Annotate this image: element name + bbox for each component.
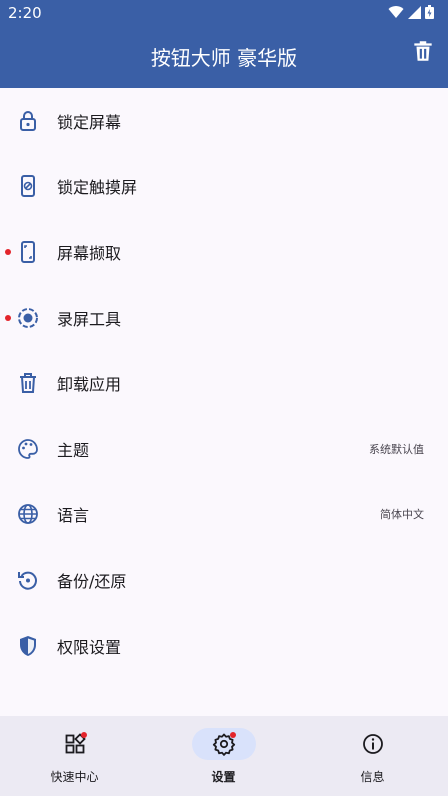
settings-list: 锁定屏幕 锁定触摸屏 屏幕撷取 录屏工具 卸载应用 主题 系统默认值 语言 简体…: [0, 88, 448, 678]
nav-quick-center[interactable]: 快速中心: [0, 716, 149, 796]
menu-item-label: 屏幕撷取: [57, 243, 122, 263]
new-badge: [5, 314, 11, 321]
screenshot-icon: [21, 240, 35, 263]
bottom-navigation: 快速中心 设置 信息: [0, 716, 448, 796]
record-icon: [18, 307, 38, 328]
nav-label: 设置: [211, 770, 236, 784]
battery-icon: [425, 5, 434, 19]
menu-item-lock-touch[interactable]: 锁定触摸屏: [0, 154, 448, 220]
nav-badge: [229, 732, 236, 738]
menu-item-language[interactable]: 语言 简体中文: [0, 482, 448, 548]
menu-item-label: 权限设置: [57, 637, 122, 657]
info-icon: [362, 734, 383, 754]
menu-item-backup-restore[interactable]: 备份/还原: [0, 547, 448, 613]
menu-item-screenshot[interactable]: 屏幕撷取: [0, 219, 448, 285]
menu-item-label: 主题: [57, 440, 90, 460]
menu-item-label: 卸载应用: [57, 375, 122, 395]
nav-label: 信息: [360, 770, 385, 784]
menu-item-label: 语言: [57, 506, 90, 526]
menu-item-label: 录屏工具: [57, 309, 122, 329]
restore-icon: [18, 571, 37, 590]
shield-icon: [20, 635, 36, 656]
language-value: 简体中文: [380, 508, 424, 522]
app-title: 按钮大师 豪华版: [150, 46, 298, 70]
menu-item-uninstall[interactable]: 卸载应用: [0, 350, 448, 416]
wifi-icon: [388, 6, 404, 19]
menu-item-permissions[interactable]: 权限设置: [0, 613, 448, 679]
status-time: 2:20: [8, 4, 42, 22]
status-icons: [388, 5, 434, 19]
status-bar: 2:20: [0, 0, 448, 24]
menu-item-label: 锁定屏幕: [57, 112, 122, 132]
nav-info[interactable]: 信息: [298, 716, 447, 796]
menu-item-theme[interactable]: 主题 系统默认值: [0, 416, 448, 482]
menu-item-label: 锁定触摸屏: [57, 178, 138, 198]
nav-badge: [80, 732, 87, 738]
menu-item-label: 备份/还原: [57, 571, 127, 591]
globe-icon: [18, 504, 38, 525]
theme-value: 系统默认值: [369, 442, 424, 456]
menu-item-lock-screen[interactable]: 锁定屏幕: [0, 88, 448, 154]
menu-item-screen-record[interactable]: 录屏工具: [0, 285, 448, 351]
touch-lock-icon: [21, 175, 35, 198]
signal-icon: [408, 5, 421, 19]
palette-icon: [18, 438, 38, 459]
trash-icon[interactable]: [410, 38, 436, 64]
new-badge: [5, 248, 11, 255]
uninstall-icon: [20, 373, 36, 394]
lock-icon: [20, 110, 36, 131]
nav-label: 快速中心: [50, 770, 99, 784]
app-header: 2:20 按钮大师 豪华版: [0, 0, 448, 88]
nav-settings[interactable]: 设置: [149, 716, 298, 796]
